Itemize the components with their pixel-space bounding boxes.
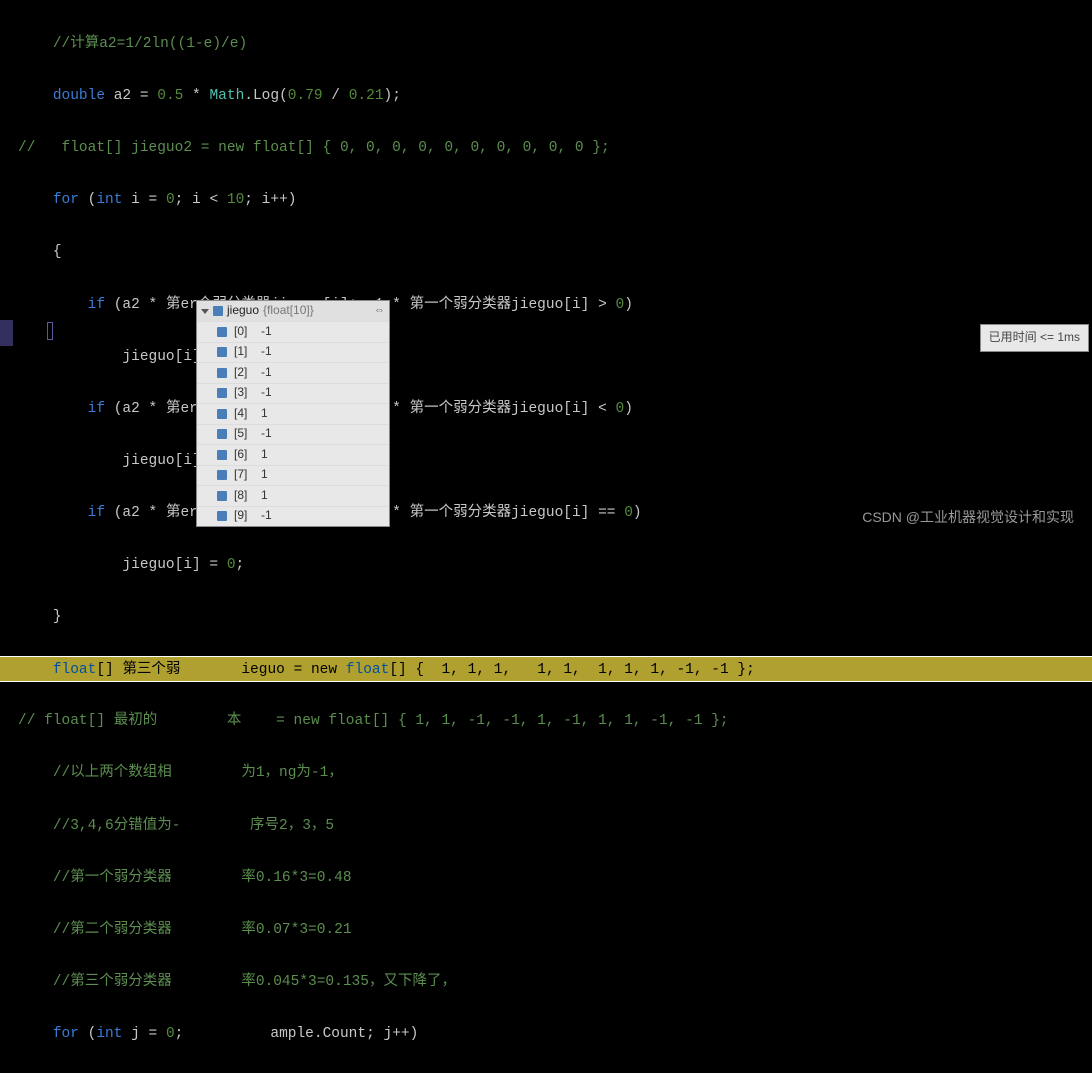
comment: //计算a2=1/2ln((1-e)/e) [53,36,247,52]
current-execution-line: float[] 第三个弱 ieguo = new float[] { 1, 1,… [0,656,1092,682]
datatip-row[interactable]: [3]-1 [197,383,389,404]
comment: //第三个弱分类器 率0.045*3=0.135，又下降了， [53,974,456,990]
perf-timing-tip: 已用时间 <= 1ms [980,324,1089,352]
array-index: [5] [234,423,256,445]
variable-icon [217,450,227,460]
datatip-row[interactable]: [2]-1 [197,362,389,383]
variable-type: {float[10]} [263,300,314,322]
datatip-row[interactable]: [1]-1 [197,342,389,363]
array-value: -1 [261,341,272,363]
variable-icon [213,306,223,316]
datatip-row[interactable]: [4]1 [197,403,389,424]
comment: //以上两个数组相 为1，ng为-1， [53,765,343,781]
array-index: [9] [234,505,256,527]
keyword-double: double [53,88,105,104]
array-value: 1 [261,485,268,507]
array-index: [1] [234,341,256,363]
array-value: -1 [261,423,272,445]
datatip-row[interactable]: [5]-1 [197,424,389,445]
code-editor[interactable]: //计算a2=1/2ln((1-e)/e) double a2 = 0.5 * … [0,0,1092,1073]
keyword-for: for [53,192,79,208]
comment: //3,4,6分错值为- 序号2，3，5 [53,818,334,834]
variable-icon [217,347,227,357]
comment: //第二个弱分类器 率0.07*3=0.21 [53,922,352,938]
variable-icon [217,327,227,337]
variable-name: jieguo [227,300,259,322]
array-value: 1 [261,444,268,466]
pin-icon[interactable]: ⇔ [374,301,385,321]
variable-icon [217,470,227,480]
keyword-if: if [88,401,105,417]
datatip-row[interactable]: [0]-1 [197,321,389,342]
array-index: [2] [234,362,256,384]
comment: //第一个弱分类器 率0.16*3=0.48 [53,870,352,886]
datatip-row[interactable]: [6]1 [197,444,389,465]
variable-icon [217,491,227,501]
variable-icon [217,429,227,439]
comment: // float[] 最初的 本 = new float[] { 1, 1, -… [18,713,729,729]
collapse-icon[interactable] [201,309,209,314]
array-value: 1 [261,403,268,425]
variable-icon [217,511,227,521]
array-value: -1 [261,321,272,343]
array-value: -1 [261,505,272,527]
comment: // float[] jieguo2 = new float[] { 0, 0,… [18,140,610,156]
array-index: [7] [234,464,256,486]
array-index: [6] [234,444,256,466]
array-index: [3] [234,382,256,404]
datatip-header[interactable]: jieguo {float[10]} ⇔ [197,301,389,321]
debug-datatip[interactable]: jieguo {float[10]} ⇔ [0]-1[1]-1[2]-1[3]-… [196,300,390,527]
datatip-row[interactable]: [8]1 [197,485,389,506]
array-value: -1 [261,382,272,404]
datatip-row[interactable]: [7]1 [197,465,389,486]
array-value: 1 [261,464,268,486]
keyword-if: if [88,505,105,521]
array-index: [4] [234,403,256,425]
keyword-if: if [88,297,105,313]
variable-icon [217,368,227,378]
datatip-row[interactable]: [9]-1 [197,506,389,527]
array-index: [8] [234,485,256,507]
variable-icon [217,409,227,419]
array-index: [0] [234,321,256,343]
keyword-for: for [53,1026,79,1042]
timing-text: 已用时间 <= 1ms [989,330,1080,344]
array-value: -1 [261,362,272,384]
watermark: CSDN @工业机器视觉设计和实现 [862,505,1074,530]
variable-icon [217,388,227,398]
